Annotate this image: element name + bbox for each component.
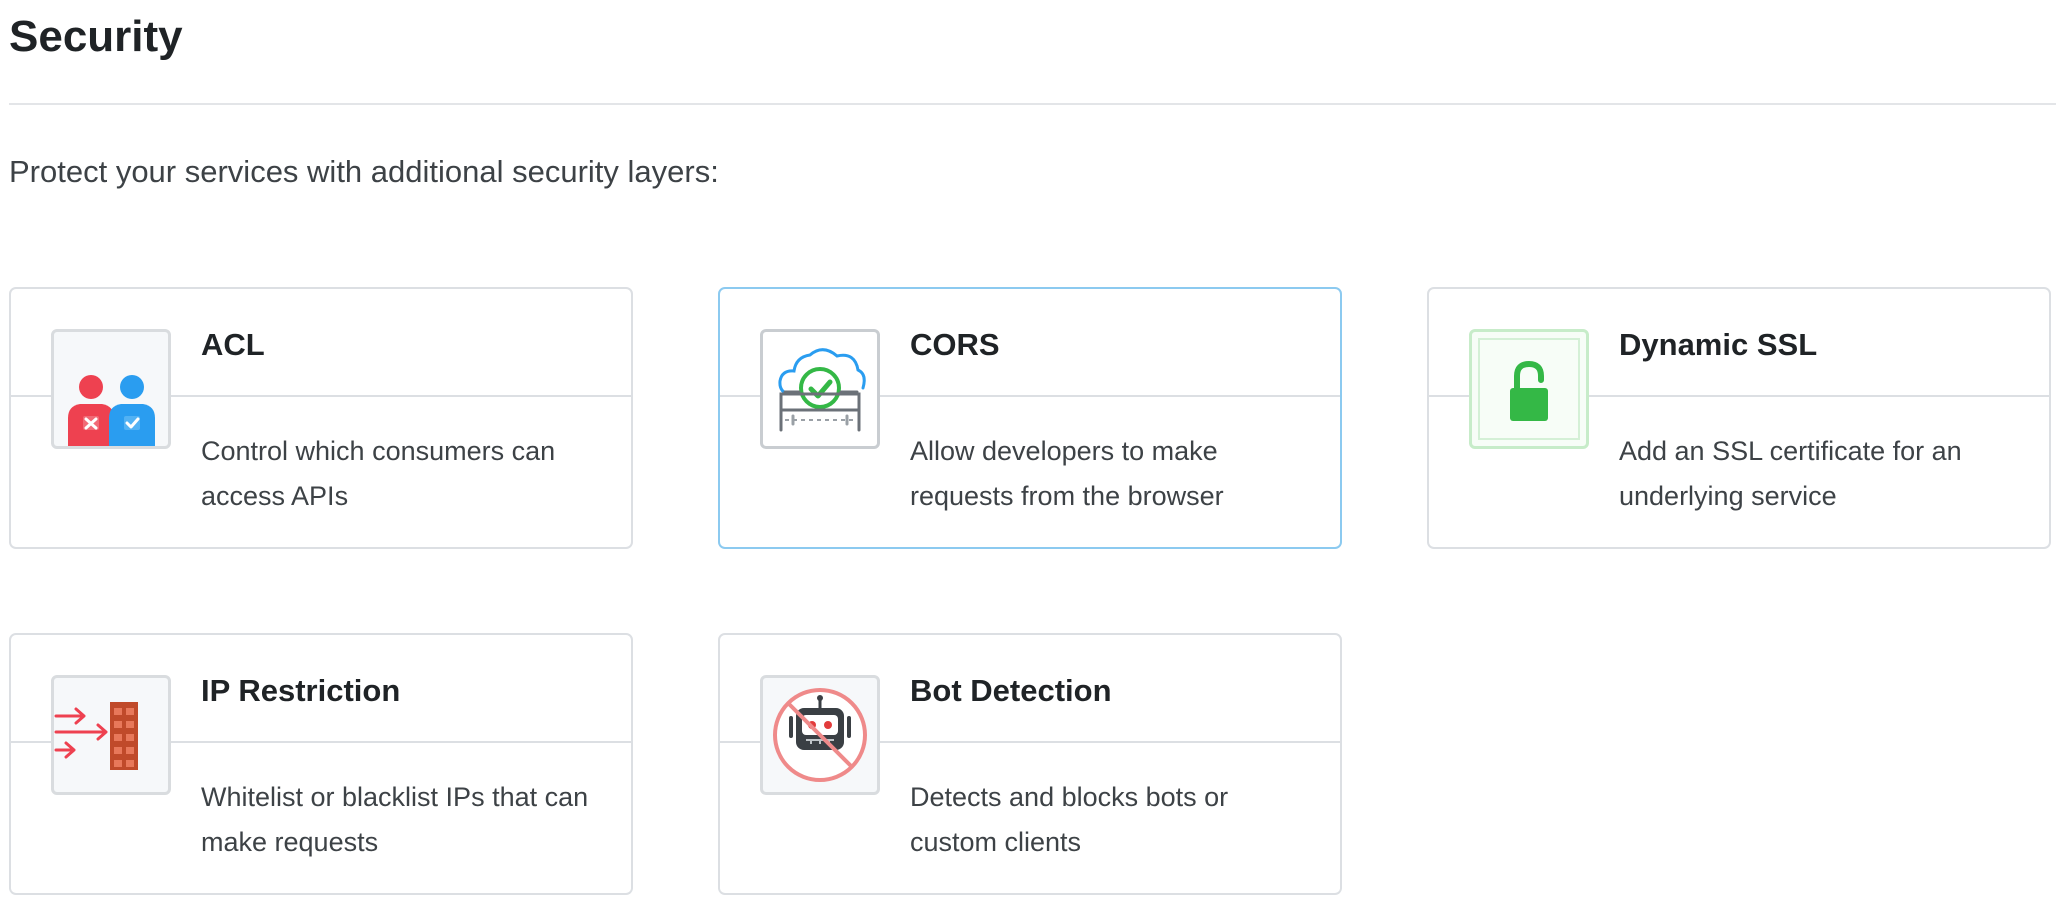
card-description: Detects and blocks bots or custom client… xyxy=(910,782,1229,857)
card-acl[interactable]: ACL Control which consumers can access A… xyxy=(9,287,633,549)
card-dynamic-ssl[interactable]: Dynamic SSL Add an SSL certificate for a… xyxy=(1427,287,2051,549)
card-title: Bot Detection xyxy=(910,673,1112,708)
card-title: IP Restriction xyxy=(201,673,401,708)
blocked-bot-icon xyxy=(760,675,880,795)
page-title: Security xyxy=(9,12,183,61)
card-title: ACL xyxy=(201,327,265,362)
card-bot-detection[interactable]: Bot Detection Detects and blocks bots or… xyxy=(718,633,1342,895)
card-description: Control which consumers can access APIs xyxy=(201,436,556,511)
card-ip-restriction[interactable]: IP Restriction Whitelist or blacklist IP… xyxy=(9,633,633,895)
card-title: CORS xyxy=(910,327,1000,362)
card-title: Dynamic SSL xyxy=(1619,327,1818,362)
card-description: Whitelist or blacklist IPs that can make… xyxy=(201,782,589,857)
card-cors[interactable]: CORS Allow developers to make requests f… xyxy=(718,287,1342,549)
card-description: Add an SSL certificate for an underlying… xyxy=(1619,436,1962,511)
acl-users-icon xyxy=(51,329,171,449)
ssl-padlock-icon xyxy=(1469,329,1589,449)
cors-cloud-check-icon xyxy=(760,329,880,449)
card-description: Allow developers to make requests from t… xyxy=(910,436,1224,511)
firewall-icon xyxy=(51,675,171,795)
intro-text: Protect your services with additional se… xyxy=(9,154,719,189)
title-divider xyxy=(9,103,2056,105)
